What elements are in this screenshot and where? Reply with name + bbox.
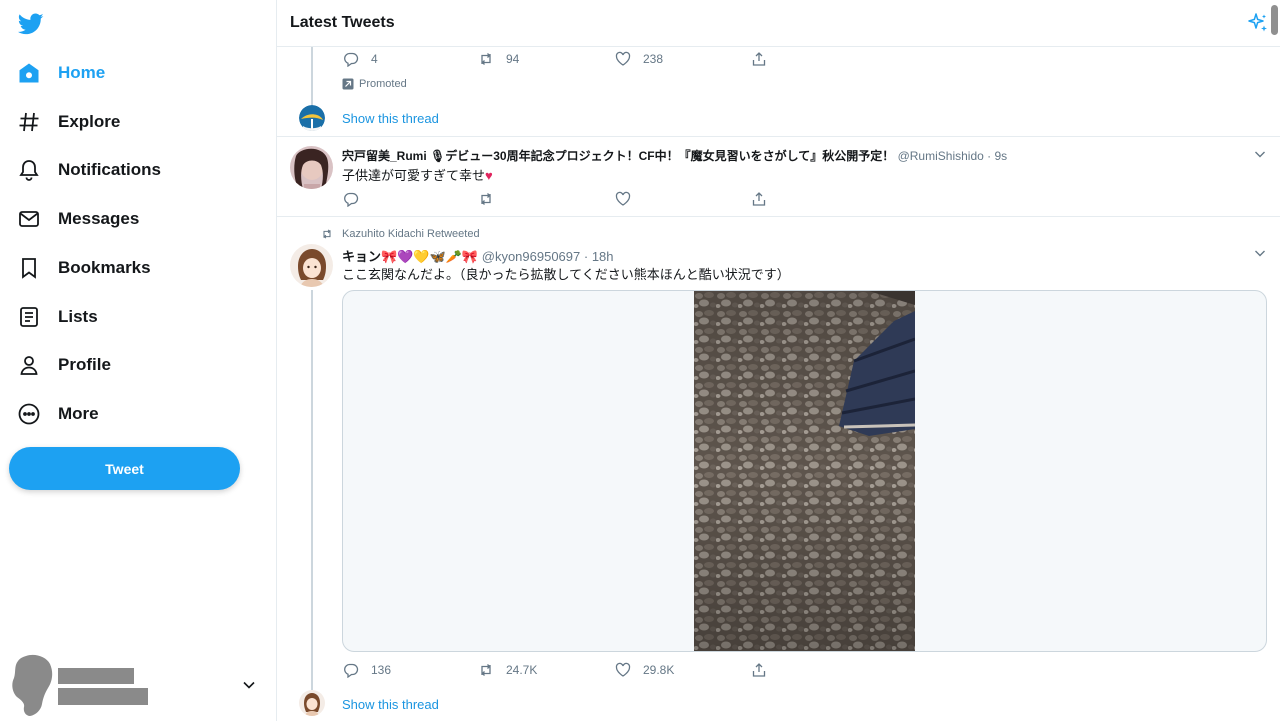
- author-handle[interactable]: @RumiShishido: [898, 149, 984, 163]
- more-circle-icon: [16, 401, 42, 427]
- share-button[interactable]: [751, 51, 767, 67]
- sidebar-item-label: More: [58, 404, 99, 423]
- avatar[interactable]: [290, 244, 333, 287]
- tweet-time[interactable]: · 9s: [987, 149, 1007, 163]
- share-icon: [751, 51, 767, 67]
- share-button[interactable]: [751, 662, 767, 678]
- reply-count: 136: [371, 663, 392, 677]
- reply-icon: [343, 662, 359, 678]
- redacted-name: [58, 668, 134, 684]
- author-name[interactable]: キョン🎀💜💛🦋🥕🎀: [342, 249, 478, 264]
- tweet-body: 子供達が可愛すぎて幸せ: [342, 168, 486, 183]
- tweet-media[interactable]: [342, 290, 1267, 652]
- promoted-icon: [342, 78, 354, 90]
- sparkle-icon[interactable]: [1247, 12, 1269, 34]
- sidebar-item-label: Lists: [58, 307, 98, 326]
- heart-icon: [615, 51, 631, 67]
- promoted-label: Promoted: [342, 78, 407, 90]
- sidebar-item-messages[interactable]: Messages: [16, 197, 139, 241]
- like-button[interactable]: 238: [615, 51, 663, 67]
- share-icon: [751, 191, 767, 207]
- retweet-button[interactable]: 94: [478, 51, 519, 67]
- hashtag-icon: [16, 109, 42, 135]
- tweet-header: キョン🎀💜💛🦋🥕🎀 @kyon96950697 · 18h: [342, 246, 614, 265]
- avatar[interactable]: [290, 146, 333, 189]
- thread-line: [311, 290, 313, 690]
- reply-button[interactable]: 4: [343, 51, 378, 67]
- retweeted-by: Kazuhito Kidachi Retweeted: [321, 228, 480, 240]
- media-photo[interactable]: [694, 291, 915, 651]
- author-handle[interactable]: @kyon96950697: [482, 249, 581, 264]
- retweet-button[interactable]: [478, 191, 494, 207]
- avatar[interactable]: [299, 105, 325, 131]
- sidebar-item-bookmarks[interactable]: Bookmarks: [16, 246, 151, 290]
- timeline-header: Latest Tweets: [277, 0, 1280, 47]
- bookmark-icon: [16, 255, 42, 281]
- heart-icon: [615, 662, 631, 678]
- retweet-icon: [478, 662, 494, 678]
- retweet-button[interactable]: 24.7K: [478, 662, 537, 678]
- reply-button[interactable]: 136: [343, 662, 391, 678]
- chevron-down-icon[interactable]: [1253, 147, 1267, 161]
- person-icon: [16, 352, 42, 378]
- like-count: 29.8K: [643, 663, 675, 677]
- tweet-button[interactable]: Tweet: [9, 447, 240, 490]
- heart-emoji: ♥: [485, 168, 493, 183]
- home-icon: [16, 60, 42, 86]
- thread-line: [311, 47, 313, 105]
- scrollbar[interactable]: [1271, 5, 1278, 35]
- tweet-divider: [277, 216, 1280, 217]
- sidebar-item-lists[interactable]: Lists: [16, 295, 98, 339]
- avatar[interactable]: [299, 690, 325, 716]
- heart-icon: [615, 191, 631, 207]
- timeline: 4 94 238 Promoted Show this thread 宍戸留美_…: [276, 0, 1280, 721]
- reply-icon: [343, 51, 359, 67]
- page-title: Latest Tweets: [290, 14, 395, 31]
- reply-icon: [343, 191, 359, 207]
- like-button[interactable]: 29.8K: [615, 662, 674, 678]
- list-icon: [16, 304, 42, 330]
- like-button[interactable]: [615, 191, 631, 207]
- promoted-text: Promoted: [359, 78, 407, 90]
- tweet-header: 宍戸留美_Rumi 🎙デビュー30周年記念プロジェクト！CF中！『魔女見習いをさ…: [342, 147, 1007, 164]
- sidebar-item-home[interactable]: Home: [16, 51, 105, 95]
- sidebar-item-label: Profile: [58, 355, 111, 374]
- sidebar-item-label: Home: [58, 63, 106, 82]
- sidebar-item-notifications[interactable]: Notifications: [16, 148, 161, 192]
- tweet-text: ここ玄関なんだよ。（良かったら拡散してください熊本ほんと酷い状況です）: [342, 267, 790, 282]
- account-switcher[interactable]: [10, 652, 265, 718]
- sidebar-item-label: Notifications: [58, 160, 161, 179]
- author-name[interactable]: 宍戸留美_Rumi 🎙デビュー30周年記念プロジェクト！CF中！『魔女見習いをさ…: [342, 149, 894, 163]
- envelope-icon: [16, 206, 42, 232]
- retweeted-by-text[interactable]: Kazuhito Kidachi Retweeted: [342, 228, 480, 240]
- tweet-time[interactable]: · 18h: [584, 249, 614, 264]
- like-count: 238: [643, 52, 664, 66]
- sidebar: Home Explore Notifications Messages Book…: [0, 0, 276, 721]
- share-icon: [751, 662, 767, 678]
- sidebar-item-label: Explore: [58, 112, 121, 131]
- sidebar-item-explore[interactable]: Explore: [16, 100, 120, 144]
- reply-button[interactable]: [343, 191, 359, 207]
- sidebar-item-label: Messages: [58, 209, 140, 228]
- retweet-count: 94: [506, 52, 520, 66]
- sidebar-item-more[interactable]: More: [16, 392, 99, 436]
- retweet-icon: [321, 228, 333, 240]
- twitter-bird-icon[interactable]: [17, 11, 44, 37]
- sidebar-item-profile[interactable]: Profile: [16, 343, 111, 387]
- retweet-icon: [478, 191, 494, 207]
- tweet-divider: [277, 136, 1280, 137]
- avatar: [12, 654, 53, 716]
- share-button[interactable]: [751, 191, 767, 207]
- chevron-down-icon[interactable]: [242, 678, 256, 692]
- bell-icon: [16, 157, 42, 183]
- reply-count: 4: [371, 52, 378, 66]
- retweet-count: 24.7K: [506, 663, 538, 677]
- show-thread-link[interactable]: Show this thread: [342, 697, 439, 712]
- retweet-icon: [478, 51, 494, 67]
- sidebar-item-label: Bookmarks: [58, 258, 151, 277]
- chevron-down-icon[interactable]: [1253, 246, 1267, 260]
- redacted-handle: [58, 688, 148, 705]
- show-thread-link[interactable]: Show this thread: [342, 111, 439, 126]
- tweet-text: 子供達が可愛すぎて幸せ♥: [342, 165, 493, 184]
